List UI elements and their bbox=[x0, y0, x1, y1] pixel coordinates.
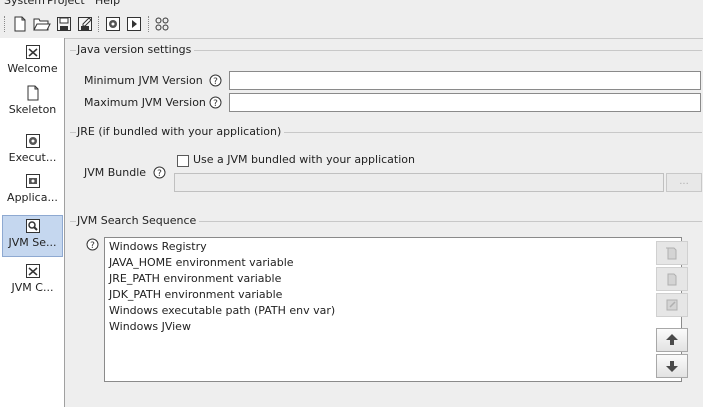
jvm-search-list[interactable]: Windows Registry JAVA_HOME environment v… bbox=[104, 237, 682, 382]
sidebar-item-welcome[interactable]: Welcome bbox=[3, 42, 62, 82]
new-document-icon bbox=[14, 16, 26, 32]
list-item[interactable]: JDK_PATH environment variable bbox=[109, 288, 282, 302]
list-item[interactable]: Windows JView bbox=[109, 320, 191, 334]
browse-button[interactable]: ... bbox=[666, 173, 702, 192]
bundle-jvm-checkbox-label[interactable]: Use a JVM bundled with your application bbox=[193, 153, 415, 167]
arrow-down-icon bbox=[666, 361, 678, 372]
sidebar-item-label: Applica... bbox=[7, 191, 58, 204]
jvm-bundle-path-field[interactable] bbox=[174, 173, 664, 192]
sidebar-item-skeleton[interactable]: Skeleton bbox=[3, 83, 62, 123]
menu-help[interactable]: Help bbox=[95, 0, 120, 8]
menu-system[interactable]: System bbox=[4, 0, 45, 8]
jre-title: JRE (if bundled with your application) bbox=[76, 125, 285, 139]
svg-text:?: ? bbox=[157, 169, 162, 179]
edit-entry-button[interactable] bbox=[656, 293, 688, 317]
help-icon[interactable]: ? bbox=[209, 74, 222, 87]
jvm-search-title: JVM Search Sequence bbox=[76, 214, 200, 228]
edit-icon bbox=[666, 299, 678, 311]
toolbar bbox=[0, 10, 703, 39]
open-folder-icon bbox=[33, 18, 51, 31]
insert-entry-button[interactable] bbox=[656, 267, 688, 291]
sidebar: Welcome Skeleton Execut... Applica... JV… bbox=[0, 38, 65, 407]
executable-icon bbox=[26, 134, 40, 148]
open-button[interactable] bbox=[32, 14, 52, 34]
min-jvm-field[interactable] bbox=[229, 71, 701, 90]
sidebar-item-jvm-search[interactable]: JVM Se... bbox=[2, 215, 63, 257]
run-button[interactable] bbox=[124, 14, 144, 34]
help-icon[interactable]: ? bbox=[86, 238, 99, 251]
build-button[interactable] bbox=[103, 14, 123, 34]
new-button[interactable] bbox=[10, 14, 30, 34]
sidebar-item-label: Execut... bbox=[8, 151, 57, 164]
toolbar-grip bbox=[4, 16, 5, 32]
sidebar-item-executable[interactable]: Execut... bbox=[3, 131, 62, 171]
sidebar-item-label: Welcome bbox=[7, 62, 58, 75]
list-item[interactable]: Windows Registry bbox=[109, 240, 207, 254]
move-up-button[interactable] bbox=[656, 328, 688, 352]
max-jvm-label: Maximum JVM Version bbox=[84, 96, 206, 109]
sidebar-item-label: Skeleton bbox=[8, 103, 57, 116]
svg-text:?: ? bbox=[90, 241, 95, 251]
skeleton-icon bbox=[27, 85, 39, 101]
document-icon bbox=[667, 273, 677, 286]
grid-icon bbox=[155, 17, 169, 31]
toolbar-separator bbox=[148, 16, 149, 32]
svg-text:?: ? bbox=[213, 77, 218, 87]
menu-bar: System Project Help bbox=[0, 0, 703, 10]
max-jvm-field[interactable] bbox=[229, 93, 701, 112]
jvm-search-icon bbox=[26, 219, 40, 233]
add-entry-button[interactable] bbox=[656, 241, 688, 265]
welcome-icon bbox=[26, 45, 40, 59]
java-version-title: Java version settings bbox=[76, 43, 195, 57]
menu-project[interactable]: Project bbox=[47, 0, 85, 8]
save-icon bbox=[57, 17, 71, 31]
sidebar-item-jvm-config[interactable]: JVM C... bbox=[3, 261, 62, 301]
grid-button[interactable] bbox=[152, 14, 172, 34]
sidebar-item-application[interactable]: Applica... bbox=[3, 171, 62, 211]
list-item[interactable]: Windows executable path (PATH env var) bbox=[109, 304, 335, 318]
sidebar-item-label: JVM Se... bbox=[8, 236, 57, 249]
list-item[interactable]: JAVA_HOME environment variable bbox=[109, 256, 294, 270]
min-jvm-label: Minimum JVM Version bbox=[84, 74, 203, 87]
build-icon bbox=[106, 17, 120, 31]
sidebar-item-label: JVM C... bbox=[11, 281, 54, 294]
arrow-up-icon bbox=[666, 334, 678, 345]
jvm-config-icon bbox=[26, 264, 40, 278]
svg-text:?: ? bbox=[213, 99, 218, 109]
list-item[interactable]: JRE_PATH environment variable bbox=[109, 272, 281, 286]
jvm-bundle-label: JVM Bundle bbox=[84, 166, 147, 179]
save-as-button[interactable] bbox=[75, 14, 95, 34]
run-icon bbox=[127, 17, 141, 31]
save-as-icon bbox=[78, 17, 92, 31]
help-icon[interactable]: ? bbox=[153, 166, 166, 179]
bundle-jvm-checkbox[interactable] bbox=[177, 155, 189, 167]
add-document-icon bbox=[666, 247, 677, 260]
help-icon[interactable]: ? bbox=[209, 96, 222, 109]
toolbar-separator bbox=[98, 16, 99, 32]
save-button[interactable] bbox=[54, 14, 74, 34]
move-down-button[interactable] bbox=[656, 354, 688, 378]
application-icon bbox=[26, 174, 40, 188]
